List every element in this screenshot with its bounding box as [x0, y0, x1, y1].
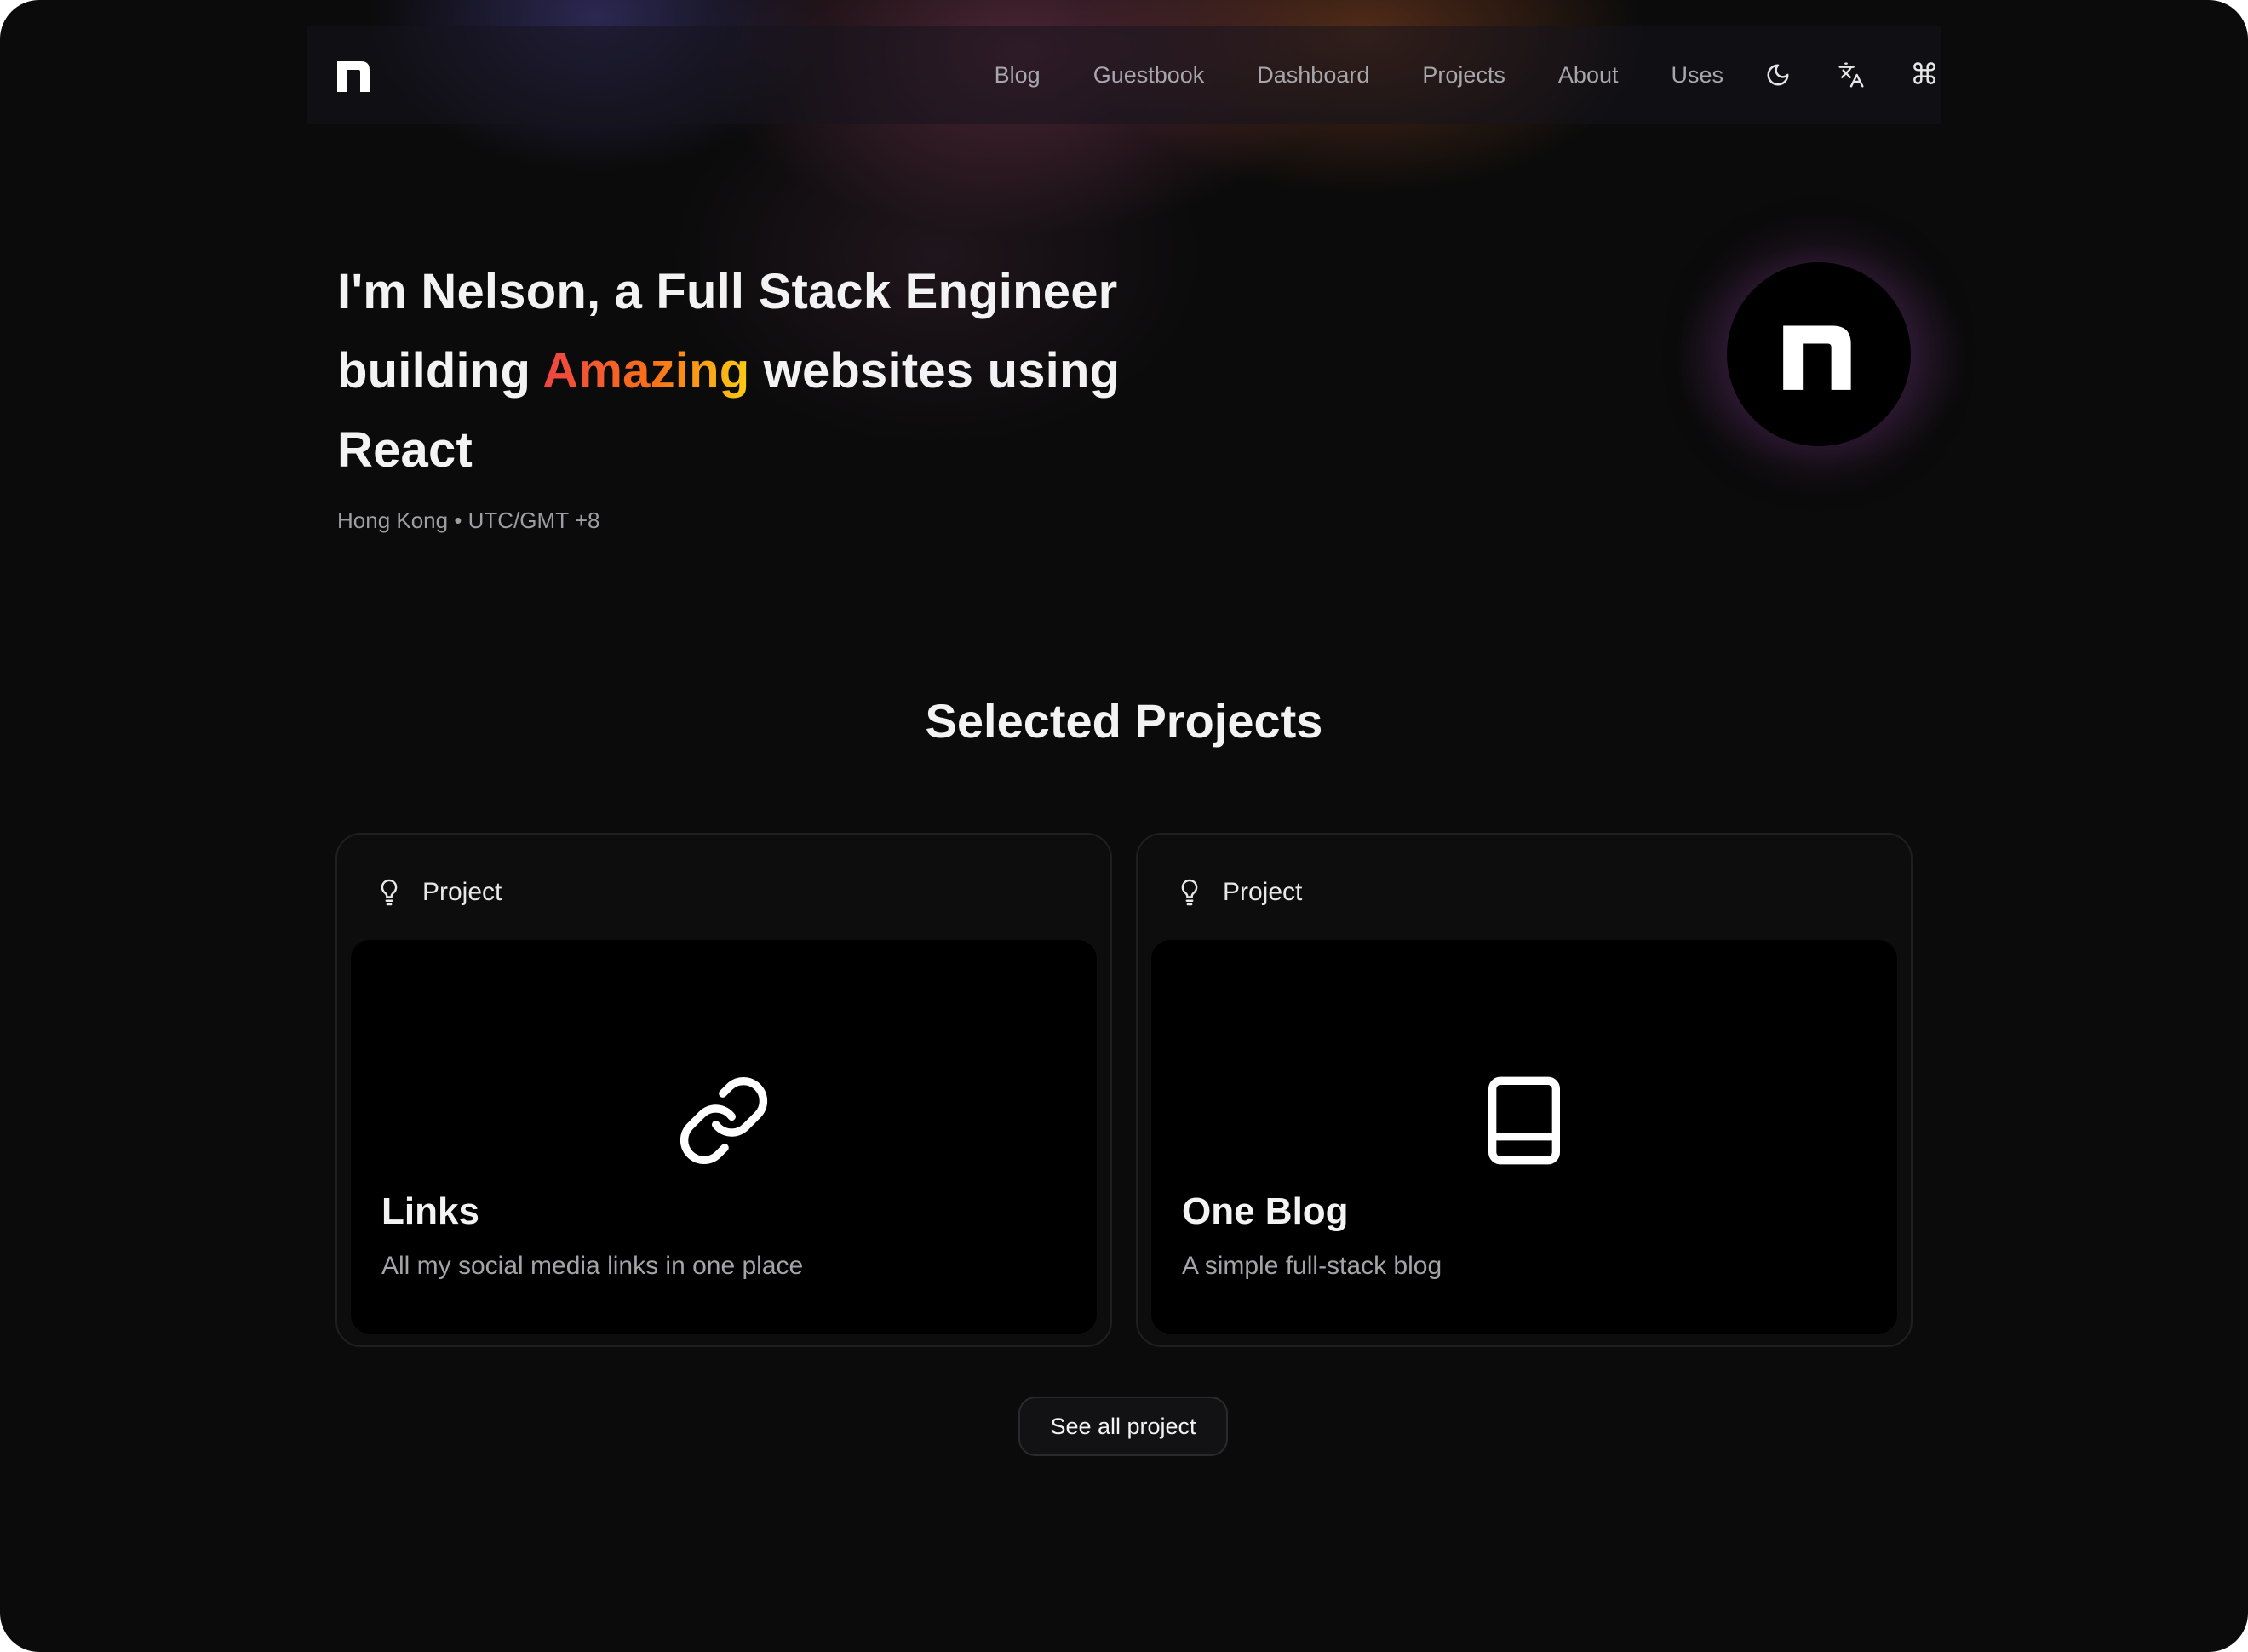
card-label-text: Project	[1223, 878, 1303, 906]
nav-link-dashboard[interactable]: Dashboard	[1257, 62, 1369, 89]
card-label: Project	[378, 877, 502, 908]
main-nav: Blog Guestbook Dashboard Projects About …	[995, 26, 1941, 124]
card-title: One Blog	[1182, 1190, 1349, 1232]
moon-icon	[1767, 64, 1789, 86]
see-all-projects-button[interactable]: See all project	[1018, 1397, 1228, 1456]
nav-link-uses[interactable]: Uses	[1671, 62, 1723, 89]
browser-frame: Blog Guestbook Dashboard Projects About …	[0, 0, 2248, 1652]
card-preview: Links All my social media links in one p…	[351, 940, 1097, 1334]
n-logo-icon[interactable]	[335, 56, 373, 94]
link-icon	[680, 1077, 768, 1164]
card-preview: One Blog A simple full-stack blog	[1151, 940, 1897, 1334]
hero-title: I'm Nelson, a Full Stack Engineer buildi…	[337, 252, 1189, 490]
nav-link-blog[interactable]: Blog	[995, 62, 1041, 89]
section-title: Selected Projects	[925, 694, 1323, 748]
card-label-text: Project	[422, 878, 502, 906]
card-description: A simple full-stack blog	[1182, 1252, 1442, 1280]
card-title: Links	[381, 1190, 479, 1232]
nav-link-guestbook[interactable]: Guestbook	[1093, 62, 1205, 89]
card-description: All my social media links in one place	[381, 1252, 804, 1280]
nav-link-about[interactable]: About	[1558, 62, 1619, 89]
hero-title-highlight: Amazing	[542, 343, 750, 399]
nav-link-projects[interactable]: Projects	[1422, 62, 1505, 89]
card-label: Project	[1178, 877, 1302, 908]
translate-icon	[1838, 62, 1864, 88]
project-card-one-blog[interactable]: Project One Blog A simple full-stack blo…	[1136, 833, 1913, 1347]
n-logo-icon	[1783, 325, 1851, 390]
theme-toggle-button[interactable]	[1761, 58, 1795, 92]
language-switch-button[interactable]	[1834, 58, 1868, 92]
project-card-links[interactable]: Project Links All my social media links …	[335, 833, 1112, 1347]
command-icon: ⌘	[1910, 58, 1939, 92]
site-header: Blog Guestbook Dashboard Projects About …	[307, 26, 1941, 124]
book-icon	[1488, 1076, 1560, 1165]
lightbulb-icon	[381, 879, 398, 906]
location-text: Hong Kong • UTC/GMT +8	[337, 508, 600, 533]
avatar	[1727, 262, 1911, 446]
command-menu-button[interactable]: ⌘	[1907, 58, 1941, 92]
lightbulb-icon	[1181, 879, 1198, 906]
